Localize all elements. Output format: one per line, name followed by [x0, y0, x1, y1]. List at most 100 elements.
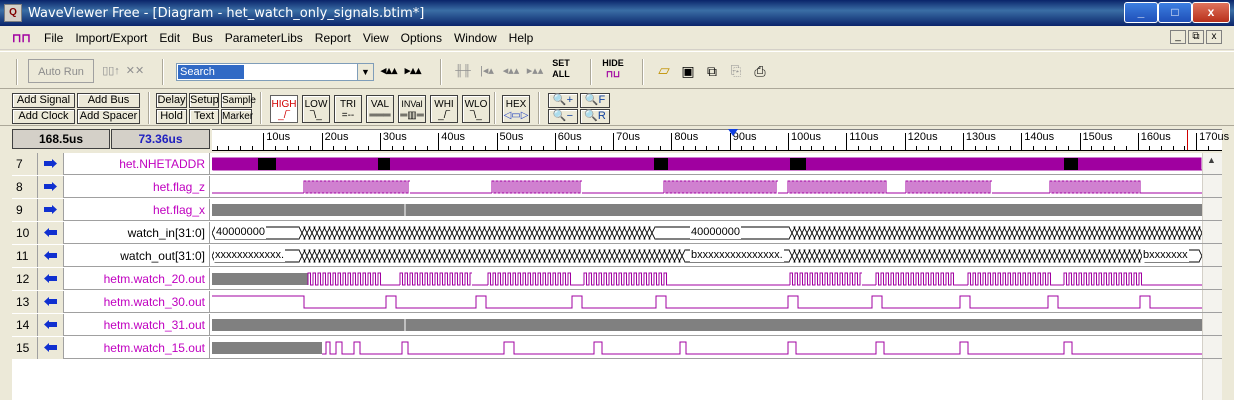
signal-row-number[interactable]: 11: [12, 245, 38, 267]
signal-waveform[interactable]: [212, 199, 1202, 221]
text-button[interactable]: Text: [189, 109, 219, 124]
zoom-out-button[interactable]: 🔍−: [548, 109, 578, 124]
mdi-restore-button[interactable]: ⧉: [1188, 30, 1204, 44]
search-input[interactable]: Search: [178, 65, 244, 79]
signal-row-number[interactable]: 14: [12, 314, 38, 336]
hex-button[interactable]: HEX ◁▭▷: [502, 95, 530, 123]
output-arrow-icon[interactable]: [38, 314, 64, 336]
signal-waveform[interactable]: 40000000 40000000: [212, 222, 1202, 244]
signal-row[interactable]: 10 watch_in[31:0] 40000000 40000000: [12, 222, 1222, 244]
time-ruler[interactable]: 10us 20us 30us 40us 50us 60us 70us 80us 90us 100u…: [212, 129, 1229, 151]
menu-window[interactable]: Window: [448, 27, 503, 49]
add-spacer-button[interactable]: Add Spacer: [77, 109, 140, 124]
signal-row-number[interactable]: 10: [12, 222, 38, 244]
zoom-range-button[interactable]: 🔍R: [580, 109, 610, 124]
setup-button[interactable]: Setup: [189, 93, 219, 108]
output-arrow-icon[interactable]: [38, 291, 64, 313]
signal-row[interactable]: 13 hetm.watch_30.out: [12, 291, 1222, 313]
input-arrow-icon[interactable]: [38, 199, 64, 221]
signal-row[interactable]: 11 watch_out[31:0] xxxxxxxxxxxx. bxxxxxxxxx…: [12, 245, 1222, 267]
bus-next-icon[interactable]: ▸▴▴: [524, 61, 546, 81]
menu-view[interactable]: View: [357, 27, 395, 49]
signal-name[interactable]: hetm.watch_30.out: [64, 291, 210, 313]
auto-run-button[interactable]: Auto Run: [28, 59, 94, 83]
menu-report[interactable]: Report: [309, 27, 357, 49]
state-inval-button[interactable]: INVal ═▥═: [398, 95, 426, 123]
cursor-time-box[interactable]: 168.5us: [12, 129, 110, 149]
menu-options[interactable]: Options: [395, 27, 448, 49]
search-next-icon[interactable]: ▸▴▴: [402, 61, 424, 81]
signal-row[interactable]: 7 het.NHETADDR: [12, 153, 1222, 175]
signal-row-number[interactable]: 15: [12, 337, 38, 359]
signal-name[interactable]: hetm.watch_20.out: [64, 268, 210, 290]
delta-time-box[interactable]: 73.36us: [111, 129, 210, 149]
close-button[interactable]: x: [1192, 2, 1230, 23]
print-icon[interactable]: ⎙: [750, 61, 770, 81]
signal-row[interactable]: 8 het.flag_z: [12, 176, 1222, 198]
set-all-button[interactable]: SET ALL: [550, 58, 572, 79]
document-icon[interactable]: ⊓⊓: [12, 30, 32, 46]
signal-row-number[interactable]: 7: [12, 153, 38, 175]
state-wlo-button[interactable]: WLO ‾\_: [462, 95, 490, 123]
output-arrow-icon[interactable]: [38, 268, 64, 290]
add-clock-button[interactable]: Add Clock: [12, 109, 75, 124]
search-dropdown-icon[interactable]: ▼: [357, 64, 373, 80]
menu-import-export[interactable]: Import/Export: [69, 27, 153, 49]
signal-name[interactable]: het.flag_x: [64, 199, 210, 221]
minimize-button[interactable]: _: [1124, 2, 1158, 23]
signal-name[interactable]: watch_in[31:0]: [64, 222, 210, 244]
signal-row-number[interactable]: 9: [12, 199, 38, 221]
state-val-button[interactable]: VAL ═══: [366, 95, 394, 123]
signal-waveform[interactable]: [212, 337, 1202, 359]
signal-name[interactable]: hetm.watch_31.out: [64, 314, 210, 336]
add-signal-button[interactable]: Add Signal: [12, 93, 75, 108]
menu-help[interactable]: Help: [503, 27, 540, 49]
signal-waveform[interactable]: [212, 153, 1202, 175]
state-whi-button[interactable]: WHI _/‾: [430, 95, 458, 123]
zoom-full-button[interactable]: 🔍F: [580, 93, 610, 108]
state-high-button[interactable]: HIGH _/‾: [270, 95, 298, 123]
menu-parameterlibs[interactable]: ParameterLibs: [219, 27, 309, 49]
search-previous-icon[interactable]: ◂▴▴: [378, 61, 400, 81]
state-tri-button[interactable]: TRI =--: [334, 95, 362, 123]
save-icon[interactable]: ▣: [678, 61, 698, 81]
bus-split-icon[interactable]: ╫╫: [452, 61, 474, 81]
time-marker-line[interactable]: [1187, 130, 1189, 150]
signal-row[interactable]: 12 hetm.watch_20.out: [12, 268, 1222, 290]
app-icon[interactable]: Q: [4, 4, 22, 22]
signal-row-number[interactable]: 13: [12, 291, 38, 313]
signal-name[interactable]: het.NHETADDR: [64, 153, 210, 175]
run-fast-icon[interactable]: ✕✕: [124, 61, 146, 81]
delay-button[interactable]: Delay: [156, 93, 187, 108]
signal-waveform[interactable]: [212, 268, 1202, 290]
signal-row[interactable]: 15 hetm.watch_15.out: [12, 337, 1222, 359]
signal-row[interactable]: 9 het.flag_x: [12, 199, 1222, 221]
signal-waveform[interactable]: xxxxxxxxxxxx. bxxxxxxxxxxxxxxx. bxxxxxxx: [212, 245, 1202, 267]
state-low-button[interactable]: LOW ‾\_: [302, 95, 330, 123]
signal-row-number[interactable]: 8: [12, 176, 38, 198]
open-folder-icon[interactable]: ▱: [654, 61, 674, 81]
run-step-icon[interactable]: ▯▯↑: [100, 61, 122, 81]
menu-bus[interactable]: Bus: [186, 27, 219, 49]
save-all-icon[interactable]: ⧉: [702, 61, 722, 81]
maximize-button[interactable]: □: [1158, 2, 1192, 23]
menu-edit[interactable]: Edit: [153, 27, 186, 49]
copy-icon[interactable]: ⎘: [726, 61, 746, 81]
signal-waveform[interactable]: [212, 176, 1202, 198]
bus-left-icon[interactable]: |◂▴: [476, 61, 498, 81]
cursor-marker-icon[interactable]: [727, 129, 738, 136]
mdi-close-button[interactable]: x: [1206, 30, 1222, 44]
mdi-minimize-button[interactable]: _: [1170, 30, 1186, 44]
input-arrow-icon[interactable]: [38, 176, 64, 198]
signal-name[interactable]: hetm.watch_15.out: [64, 337, 210, 359]
output-arrow-icon[interactable]: [38, 337, 64, 359]
signal-name[interactable]: het.flag_z: [64, 176, 210, 198]
signal-row-number[interactable]: 12: [12, 268, 38, 290]
menu-file[interactable]: File: [38, 27, 69, 49]
signal-name[interactable]: watch_out[31:0]: [64, 245, 210, 267]
marker-button[interactable]: Marker: [221, 109, 253, 124]
signal-waveform[interactable]: [212, 291, 1202, 313]
hold-button[interactable]: Hold: [156, 109, 187, 124]
sample-button[interactable]: Sample: [221, 93, 256, 108]
zoom-in-button[interactable]: 🔍+: [548, 93, 578, 108]
